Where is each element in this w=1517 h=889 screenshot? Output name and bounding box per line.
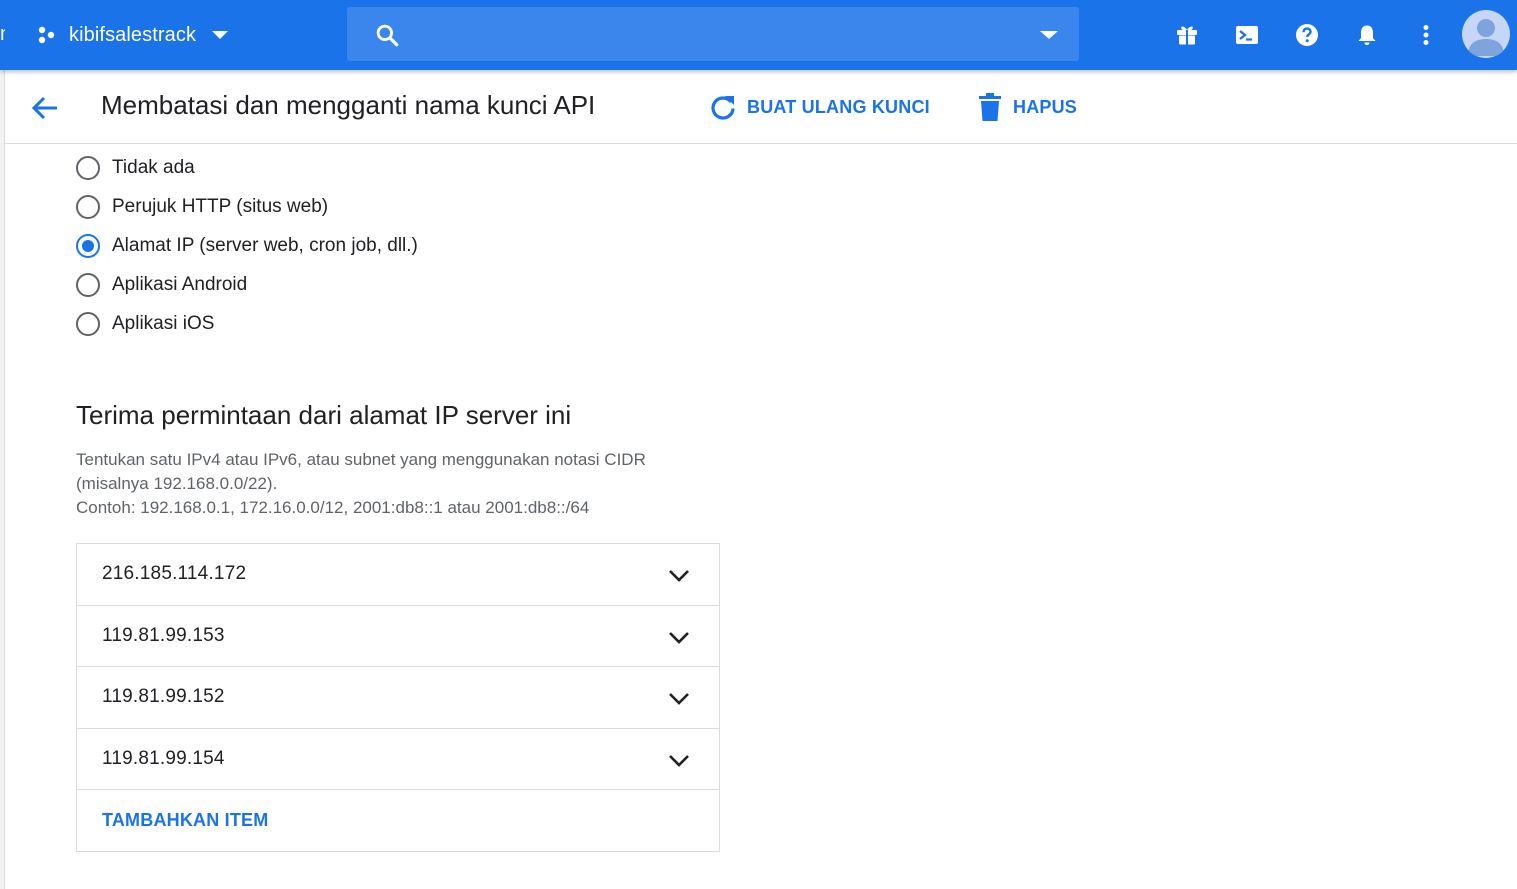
ip-address-value: 119.81.99.152 bbox=[102, 686, 225, 708]
ip-address-list: 216.185.114.172 119.81.99.153 119.81.99.… bbox=[76, 543, 720, 853]
refresh-icon bbox=[711, 96, 735, 120]
project-dots-icon bbox=[38, 26, 55, 44]
ip-list-item[interactable]: 216.185.114.172 bbox=[77, 544, 719, 606]
gift-icon[interactable] bbox=[1172, 20, 1202, 50]
trash-icon bbox=[979, 93, 1001, 121]
ip-section-description: Tentukan satu IPv4 atau IPv6, atau subne… bbox=[76, 448, 716, 520]
back-arrow-icon[interactable] bbox=[29, 92, 61, 124]
radio-option-android[interactable]: Aplikasi Android bbox=[76, 265, 418, 304]
chevron-down-icon[interactable] bbox=[667, 625, 691, 649]
radio-button[interactable] bbox=[76, 311, 100, 336]
radio-label: Aplikasi iOS bbox=[112, 312, 215, 334]
delete-label: HAPUS bbox=[1013, 96, 1078, 117]
radio-option-http-referrers[interactable]: Perujuk HTTP (situs web) bbox=[76, 187, 418, 226]
add-item-button[interactable]: TAMBAHKAN ITEM bbox=[102, 810, 268, 831]
chevron-down-icon[interactable] bbox=[667, 563, 691, 587]
radio-button[interactable] bbox=[76, 272, 100, 297]
regenerate-key-label: BUAT ULANG KUNCI bbox=[747, 96, 930, 117]
page-header: Membatasi dan mengganti nama kunci API B… bbox=[5, 70, 1517, 144]
top-app-bar: n kibifsalestrack bbox=[0, 0, 1517, 70]
more-vert-icon[interactable] bbox=[1411, 20, 1441, 50]
left-nav-strip bbox=[0, 70, 5, 889]
ip-list-item[interactable]: 119.81.99.153 bbox=[77, 606, 719, 668]
notifications-icon[interactable] bbox=[1352, 20, 1382, 50]
ip-address-value: 216.185.114.172 bbox=[102, 563, 247, 585]
chevron-down-icon[interactable] bbox=[667, 686, 691, 710]
ip-list-item[interactable]: 119.81.99.154 bbox=[77, 729, 719, 791]
account-avatar[interactable] bbox=[1462, 10, 1510, 58]
help-icon[interactable] bbox=[1292, 20, 1322, 50]
page-title: Membatasi dan mengganti nama kunci API bbox=[101, 90, 596, 120]
cloud-shell-icon[interactable] bbox=[1232, 20, 1262, 50]
search-bar bbox=[347, 7, 1079, 61]
add-item-row: TAMBAHKAN ITEM bbox=[77, 790, 719, 851]
radio-button-selected[interactable] bbox=[76, 233, 100, 258]
radio-button[interactable] bbox=[76, 194, 100, 219]
nav-menu-edge[interactable]: n bbox=[0, 24, 5, 44]
description-line: (misalnya 192.168.0.0/22). bbox=[76, 474, 278, 493]
radio-label: Aplikasi Android bbox=[112, 273, 248, 295]
regenerate-key-button[interactable]: BUAT ULANG KUNCI bbox=[709, 89, 930, 125]
ip-section-title: Terima permintaan dari alamat IP server … bbox=[76, 400, 572, 430]
search-dropdown-icon[interactable] bbox=[1037, 25, 1061, 45]
kebab-icon bbox=[1423, 25, 1429, 45]
project-name: kibifsalestrack bbox=[69, 23, 197, 46]
delete-button[interactable]: HAPUS bbox=[977, 89, 1077, 125]
radio-label: Perujuk HTTP (situs web) bbox=[112, 195, 329, 217]
ip-address-value: 119.81.99.154 bbox=[102, 748, 225, 770]
terminal-icon bbox=[1236, 26, 1258, 44]
ip-address-value: 119.81.99.153 bbox=[102, 624, 225, 646]
radio-button[interactable] bbox=[76, 155, 100, 180]
project-selector[interactable]: kibifsalestrack bbox=[36, 18, 230, 52]
chevron-down-icon[interactable] bbox=[667, 748, 691, 772]
help-circle-icon bbox=[1296, 24, 1318, 46]
ip-list-item[interactable]: 119.81.99.152 bbox=[77, 667, 719, 729]
radio-option-ip-addresses[interactable]: Alamat IP (server web, cron job, dll.) bbox=[76, 226, 418, 265]
search-icon[interactable] bbox=[374, 22, 400, 48]
search-input[interactable] bbox=[415, 17, 1015, 51]
radio-option-none[interactable]: Tidak ada bbox=[76, 148, 418, 187]
description-line: Contoh: 192.168.0.1, 172.16.0.0/12, 2001… bbox=[76, 498, 590, 517]
chevron-down-icon bbox=[212, 31, 229, 39]
description-line: Tentukan satu IPv4 atau IPv6, atau subne… bbox=[76, 450, 646, 469]
gift-icon-glyph bbox=[1177, 26, 1197, 45]
radio-label: Tidak ada bbox=[112, 156, 195, 178]
person-icon bbox=[1468, 19, 1504, 56]
bell-icon bbox=[1358, 25, 1376, 45]
radio-option-ios[interactable]: Aplikasi iOS bbox=[76, 304, 418, 343]
application-restrictions: Tidak ada Perujuk HTTP (situs web) Alama… bbox=[76, 148, 418, 343]
radio-label: Alamat IP (server web, cron job, dll.) bbox=[112, 234, 418, 256]
